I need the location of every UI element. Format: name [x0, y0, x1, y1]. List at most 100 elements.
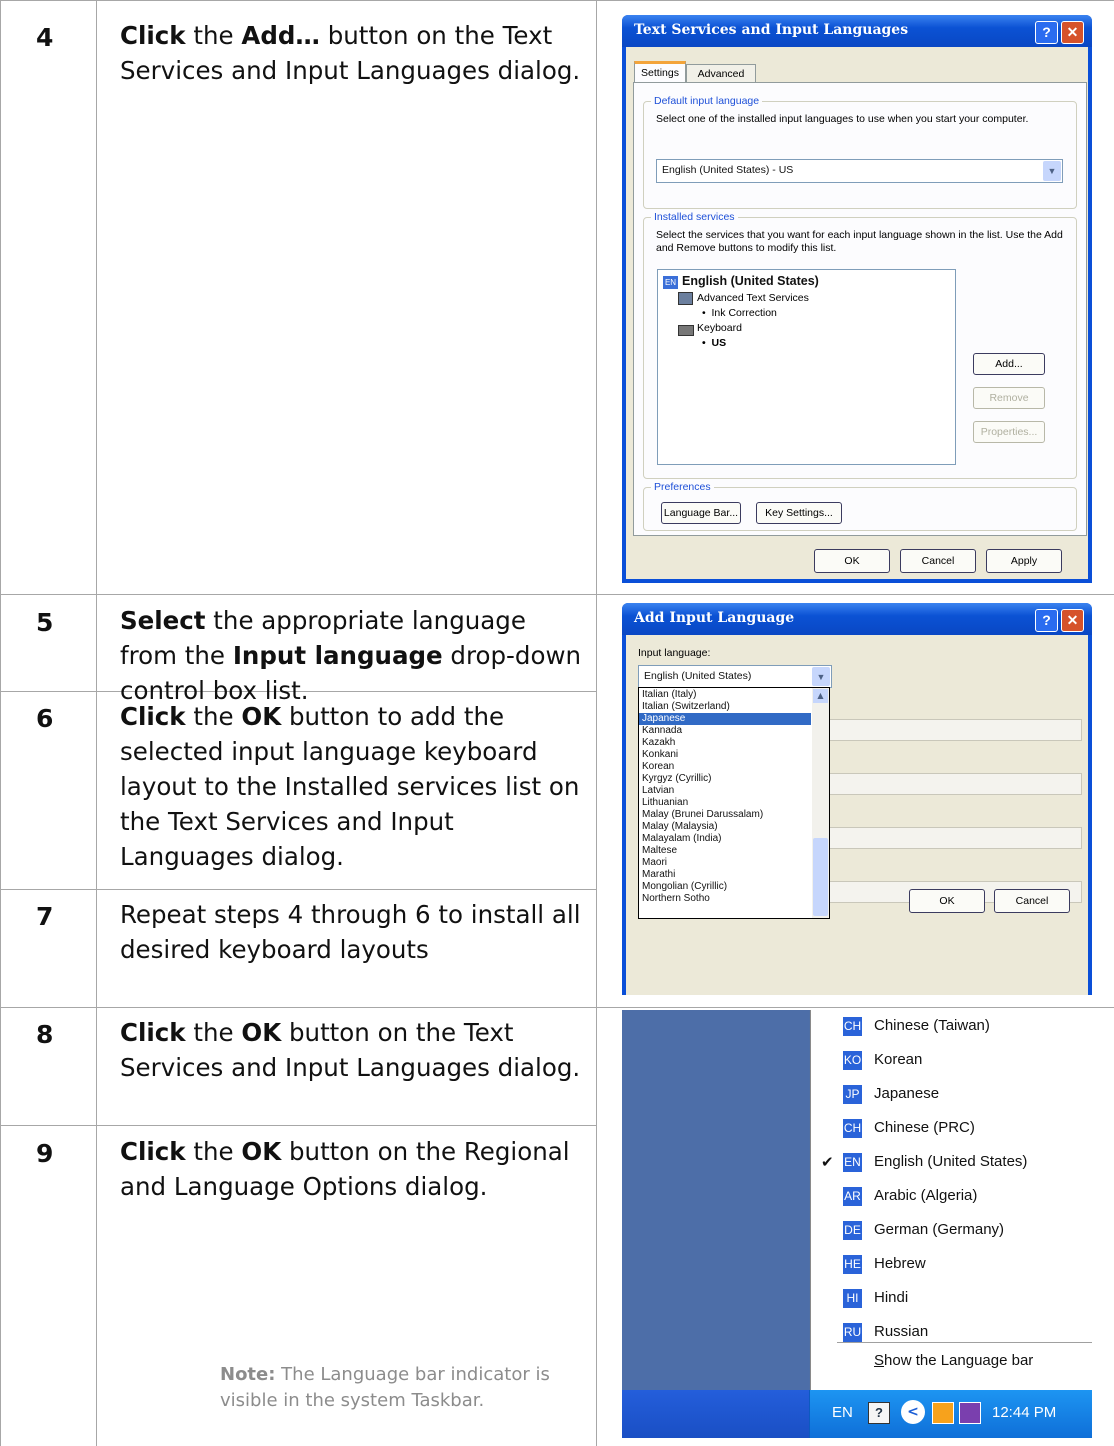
table-row-line — [0, 889, 596, 890]
input-language-select[interactable]: English (United States) ▼ — [638, 665, 832, 688]
installed-desc: Select the services that you want for ea… — [656, 229, 1063, 254]
group-label: Installed services — [651, 211, 738, 223]
step-emphasis: Add… — [241, 21, 320, 50]
language-code-badge: HI — [843, 1289, 862, 1308]
dropdown-item[interactable]: Kyrgyz (Cyrillic) — [639, 773, 811, 785]
step-fragment: the — [185, 702, 242, 731]
tray-app-icon[interactable] — [932, 1402, 954, 1424]
properties-button[interactable]: Properties... — [973, 421, 1045, 443]
input-language-label: Input language: — [638, 647, 711, 659]
ok-button[interactable]: OK — [909, 889, 985, 913]
scrollbar[interactable]: ▲ — [812, 688, 829, 918]
language-name: Korean — [874, 1051, 923, 1068]
dropdown-item[interactable]: Malay (Brunei Darussalam) — [639, 809, 811, 821]
dropdown-item[interactable]: Italian (Italy) — [639, 689, 811, 701]
title-bar: Add Input Language ? ✕ — [622, 603, 1092, 635]
language-code-badge: EN — [663, 276, 678, 289]
step-emphasis: Input language — [232, 641, 443, 670]
tree-ink: • Ink Correction — [702, 307, 777, 319]
dropdown-item[interactable]: Malay (Malaysia) — [639, 821, 811, 833]
language-menu-item[interactable]: CH Chinese (Taiwan) — [811, 1010, 1092, 1044]
language-menu-item[interactable]: AR Arabic (Algeria) — [811, 1180, 1092, 1214]
keyboard-icon — [678, 325, 694, 336]
dropdown-item[interactable]: Marathi — [639, 869, 811, 881]
chevron-left-icon[interactable]: < — [901, 1400, 925, 1424]
cancel-button[interactable]: Cancel — [994, 889, 1070, 913]
table-row-line — [0, 1125, 596, 1126]
tab-advanced[interactable]: Advanced — [686, 64, 756, 84]
dropdown-item[interactable]: Italian (Switzerland) — [639, 701, 811, 713]
dropdown-item[interactable]: Maori — [639, 857, 811, 869]
ok-button[interactable]: OK — [814, 549, 890, 573]
language-code-badge: RU — [843, 1323, 862, 1342]
dropdown-item[interactable]: Mongolian (Cyrillic) — [639, 881, 811, 893]
language-name: Hebrew — [874, 1255, 926, 1272]
step-emphasis: OK — [241, 1018, 282, 1047]
tab-settings[interactable]: Settings — [634, 61, 686, 84]
cancel-button[interactable]: Cancel — [900, 549, 976, 573]
language-dropdown-list[interactable]: Italian (Italy) Italian (Switzerland) Japa… — [638, 687, 830, 919]
table-row-line — [0, 594, 1114, 595]
language-menu-item[interactable]: KO Korean — [811, 1044, 1092, 1078]
step-number: 5 — [36, 608, 54, 637]
text-services-icon — [678, 292, 693, 305]
tray-app-icon[interactable] — [959, 1402, 981, 1424]
scroll-up-icon[interactable]: ▲ — [813, 689, 828, 703]
group-label: Preferences — [651, 481, 714, 493]
taskbar-language-indicator[interactable]: EN — [832, 1404, 853, 1421]
dropdown-item[interactable]: Northern Sotho — [639, 893, 811, 905]
language-bar-button[interactable]: Language Bar... — [661, 502, 741, 524]
dropdown-item[interactable]: Maltese — [639, 845, 811, 857]
language-menu-item[interactable]: HI Hindi — [811, 1282, 1092, 1316]
language-menu-item[interactable]: ✔ EN English (United States) — [811, 1146, 1092, 1180]
step-number: 8 — [36, 1020, 54, 1049]
default-language-select[interactable]: English (United States) - US ▼ — [656, 159, 1063, 183]
dropdown-item[interactable]: Korean — [639, 761, 811, 773]
dropdown-item[interactable]: Japanese — [639, 713, 811, 725]
language-name: Russian — [874, 1323, 929, 1340]
step-emphasis: Click — [120, 702, 186, 731]
table-row-line — [0, 1007, 1114, 1008]
language-menu-item[interactable]: CH Chinese (PRC) — [811, 1112, 1092, 1146]
step-emphasis: Select — [120, 606, 206, 635]
language-menu-item[interactable]: HE Hebrew — [811, 1248, 1092, 1282]
chevron-down-icon: ▼ — [812, 667, 830, 686]
default-desc: Select one of the installed input langua… — [656, 113, 1029, 125]
show-language-bar-item[interactable]: Show the Language bar — [874, 1352, 1033, 1369]
step-fragment: the — [185, 1137, 242, 1166]
language-menu-screenshot: CH Chinese (Taiwan) KO Korean JP Japanese CH Ch… — [622, 1010, 1092, 1438]
step-text: Click the OK button on the Text Services… — [120, 1015, 590, 1085]
language-code-badge: JP — [843, 1085, 862, 1104]
dropdown-item[interactable]: Konkani — [639, 749, 811, 761]
scroll-thumb[interactable] — [813, 838, 828, 916]
add-button[interactable]: Add... — [973, 353, 1045, 375]
close-icon[interactable]: ✕ — [1061, 21, 1084, 44]
dropdown-item[interactable]: Latvian — [639, 785, 811, 797]
language-name: Hindi — [874, 1289, 909, 1306]
dropdown-item[interactable]: Kazakh — [639, 737, 811, 749]
language-menu-item[interactable]: DE German (Germany) — [811, 1214, 1092, 1248]
dropdown-item[interactable]: Malayalam (India) — [639, 833, 811, 845]
step-number: 7 — [36, 902, 54, 931]
dropdown-item[interactable]: Lithuanian — [639, 797, 811, 809]
taskbar: EN ? < 12:44 PM — [622, 1390, 1092, 1438]
language-menu-item[interactable]: JP Japanese — [811, 1078, 1092, 1112]
dropdown-item[interactable]: Kannada — [639, 725, 811, 737]
services-tree[interactable]: EN English (United States) Advanced Text… — [657, 269, 956, 465]
chevron-down-icon: ▼ — [1043, 161, 1061, 181]
dialog-title: Add Input Language — [634, 610, 795, 626]
key-settings-button[interactable]: Key Settings... — [756, 502, 842, 524]
menu-separator — [837, 1342, 1092, 1343]
close-icon[interactable]: ✕ — [1061, 609, 1084, 632]
add-input-language-dialog: Add Input Language ? ✕ Input language: E… — [622, 603, 1092, 995]
help-icon[interactable]: ? — [1035, 609, 1058, 632]
dialog-title: Text Services and Input Languages — [634, 22, 909, 38]
apply-button[interactable]: Apply — [986, 549, 1062, 573]
remove-button[interactable]: Remove — [973, 387, 1045, 409]
group-label: Default input language — [651, 95, 763, 107]
text-services-dialog: Text Services and Input Languages ? ✕ Se… — [622, 15, 1092, 583]
language-menu-item[interactable]: RU Russian — [811, 1316, 1092, 1350]
desktop-background — [622, 1010, 809, 1390]
help-icon[interactable]: ? — [1035, 21, 1058, 44]
help-icon[interactable]: ? — [868, 1402, 890, 1424]
